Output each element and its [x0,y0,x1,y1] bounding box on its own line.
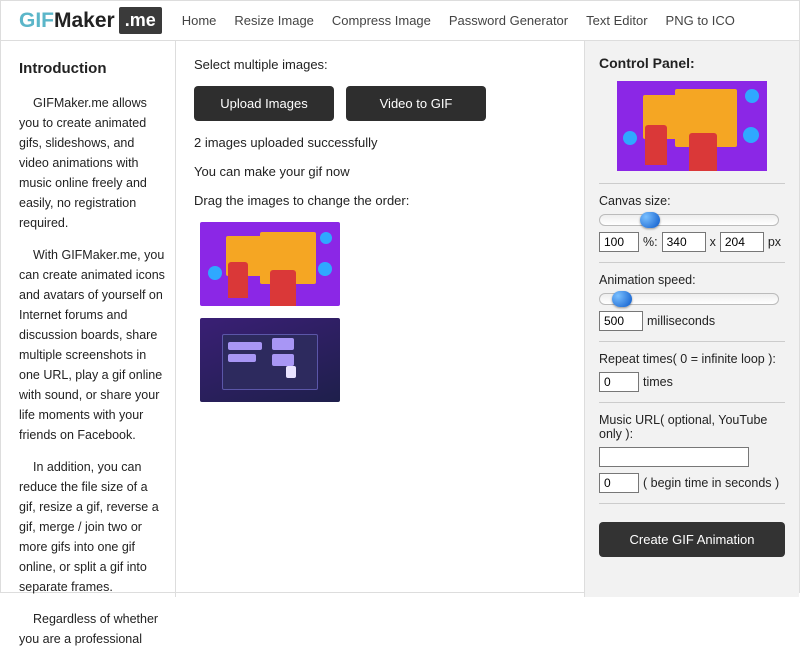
header: GIFMaker .me Home Resize Image Compress … [1,1,799,40]
intro-title: Introduction [19,57,165,81]
intro-p2: With GIFMaker.me, you can create animate… [19,245,165,445]
button-row: Upload Images Video to GIF [194,86,566,121]
nav-compress[interactable]: Compress Image [332,13,431,28]
px-symbol: px [768,235,781,249]
begin-time-label: ( begin time in seconds ) [643,476,779,490]
repeat-section: Repeat times( 0 = infinite loop ): times [599,341,785,402]
repeat-input[interactable] [599,372,639,392]
intro-p1: GIFMaker.me allows you to create animate… [19,93,165,233]
pct-symbol: %: [643,235,658,249]
video-to-gif-button[interactable]: Video to GIF [346,86,486,121]
nav: Home Resize Image Compress Image Passwor… [182,13,735,28]
upload-column: Select multiple images: Upload Images Vi… [176,41,584,597]
animation-speed-section: Animation speed: milliseconds [599,262,785,341]
canvas-size-section: Canvas size: %: x px [599,183,785,262]
image-thumb-2[interactable] [200,318,340,402]
music-url-input[interactable] [599,447,749,467]
control-panel-title: Control Panel: [599,55,785,71]
nav-resize[interactable]: Resize Image [234,13,313,28]
canvas-pct-input[interactable] [599,232,639,252]
speed-input[interactable] [599,311,643,331]
repeat-label: Repeat times( 0 = infinite loop ): [599,352,785,366]
animation-speed-label: Animation speed: [599,273,785,287]
speed-unit: milliseconds [647,314,715,328]
upload-status: 2 images uploaded successfully [194,135,566,150]
logo-part3: .me [119,7,162,34]
canvas-height-input[interactable] [720,232,764,252]
main: Introduction GIFMaker.me allows you to c… [1,40,799,597]
canvas-width-input[interactable] [662,232,706,252]
repeat-unit: times [643,375,673,389]
create-gif-button[interactable]: Create GIF Animation [599,522,785,557]
image-thumb-1[interactable] [200,222,340,306]
logo-part1: GIF [19,9,54,33]
canvas-size-label: Canvas size: [599,194,785,208]
music-url-label: Music URL( optional, YouTube only ): [599,413,785,441]
intro-p4: Regardless of whether you are a professi… [19,609,165,649]
nav-png-ico[interactable]: PNG to ICO [666,13,735,28]
nav-password[interactable]: Password Generator [449,13,568,28]
drag-label: Drag the images to change the order: [194,193,566,208]
nav-home[interactable]: Home [182,13,217,28]
select-label: Select multiple images: [194,57,566,72]
canvas-size-slider[interactable] [599,214,779,226]
logo-part2: Maker [54,9,115,33]
control-panel: Control Panel: Canvas size: %: x px [584,41,799,597]
upload-images-button[interactable]: Upload Images [194,86,334,121]
animation-speed-slider[interactable] [599,293,779,305]
preview-canvas [617,81,767,171]
ready-text: You can make your gif now [194,164,566,179]
intro-p3: In addition, you can reduce the file siz… [19,457,165,597]
nav-text-editor[interactable]: Text Editor [586,13,647,28]
logo[interactable]: GIFMaker .me [19,7,162,34]
begin-time-input[interactable] [599,473,639,493]
music-url-section: Music URL( optional, YouTube only ): ( b… [599,402,785,503]
x-symbol: x [710,235,716,249]
intro-column: Introduction GIFMaker.me allows you to c… [1,41,176,597]
